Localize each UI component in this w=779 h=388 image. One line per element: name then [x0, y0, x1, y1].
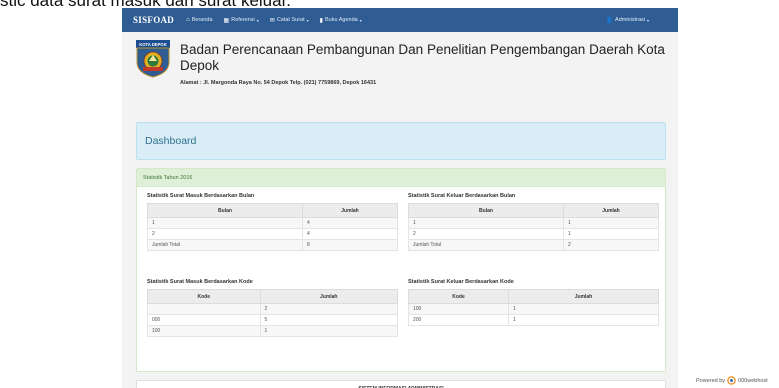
column-header: Jumlah [508, 289, 659, 304]
table-cell: 4 [302, 217, 398, 229]
table-row: 000 5 [147, 314, 398, 326]
table-row: 1 1 [408, 217, 659, 229]
column-header: Jumlah [302, 203, 398, 218]
nav-label: Beranda [191, 17, 213, 23]
grid-icon: ▦ [223, 17, 230, 24]
nav-referensi[interactable]: ▦ Referensi ▾ [224, 17, 259, 24]
column-header: Kode [408, 289, 509, 304]
table-header-row: Kode Jumlah [147, 289, 398, 304]
table-cell: 100 [147, 325, 261, 337]
column-header: Bulan [408, 203, 564, 218]
table-cell: 2 [147, 228, 303, 240]
page-footer: SISTEM INFORMASI ADMINISTRASI [136, 380, 666, 388]
table-cell: Jumlah Total [408, 239, 564, 251]
table-header-row: Bulan Jumlah [408, 203, 659, 218]
table-cell: 1 [508, 303, 659, 315]
table-cell: 2 [408, 228, 564, 240]
table-cell: 000 [147, 314, 261, 326]
table-cell: 200 [408, 314, 509, 326]
table-row: Jumlah Total 2 [408, 239, 659, 251]
table-cell: 1 [408, 217, 564, 229]
nav-label: Administrasi [615, 17, 645, 23]
table-row: 200 1 [408, 314, 659, 326]
stat-table: Kode Jumlah 2 000 5 100 1 [147, 289, 398, 337]
svg-text:KOTA DEPOK: KOTA DEPOK [139, 42, 166, 47]
table-row: 100 1 [408, 303, 659, 315]
table-header-row: Kode Jumlah [408, 289, 659, 304]
chevron-down-icon: ▾ [306, 17, 309, 23]
block-title: Statistik Surat Masuk Berdasarkan Kode [147, 279, 253, 285]
table-cell: 2 [563, 239, 659, 251]
address-text: Alamat : Jl. Margonda Raya No. 54 Depok … [180, 80, 377, 86]
nav-label: Catat Surat [276, 17, 305, 23]
table-header-row: Bulan Jumlah [147, 203, 398, 218]
nav-buku-agenda[interactable]: ▮ Buku Agenda ▾ [320, 17, 362, 24]
stat-table: Bulan Jumlah 1 4 2 4 Jumlah Total 8 [147, 203, 398, 251]
table-row: 2 1 [408, 228, 659, 240]
navbar: SISFOAD ⌂ Beranda ▦ Referensi ▾ ✉ Catat … [122, 8, 678, 32]
table-cell: 1 [563, 217, 659, 229]
table-cell: 8 [302, 239, 398, 251]
column-header: Kode [147, 289, 261, 304]
table-row: 1 4 [147, 217, 398, 229]
chevron-down-icon: ▾ [256, 17, 259, 23]
app-window: SISFOAD ⌂ Beranda ▦ Referensi ▾ ✉ Catat … [122, 8, 678, 388]
table-cell: 5 [259, 314, 398, 326]
nav-catat-surat[interactable]: ✉ Catat Surat ▾ [270, 17, 309, 24]
table-cell: 1 [508, 314, 659, 326]
table-row: 2 [147, 303, 398, 315]
table-row: 2 4 [147, 228, 398, 240]
brand-link[interactable]: SISFOAD [133, 15, 174, 25]
stat-table: Kode Jumlah 100 1 200 1 [408, 289, 659, 326]
powered-prefix: Powered by [696, 377, 726, 384]
table-cell: 1 [147, 217, 303, 229]
table-cell: 2 [259, 303, 398, 315]
nav-user-menu[interactable]: 👤 Administrasi ▾ [606, 17, 649, 24]
block-title: Statistik Surat Masuk Berdasarkan Bulan [147, 193, 255, 199]
dashboard-title: Dashboard [145, 135, 197, 147]
home-icon: ⌂ [186, 17, 190, 23]
stat-keluar-bulan: Statistik Surat Keluar Berdasarkan Bulan… [408, 193, 659, 251]
table-row: 100 1 [147, 325, 398, 337]
kota-depok-logo: KOTA DEPOK [136, 40, 170, 78]
block-title: Statistik Surat Keluar Berdasarkan Bulan [408, 193, 516, 199]
powered-by-badge[interactable]: Powered by 000webhost [696, 376, 768, 385]
chevron-down-icon: ▾ [646, 17, 649, 23]
nav-beranda[interactable]: ⌂ Beranda [186, 17, 212, 23]
stat-masuk-bulan: Statistik Surat Masuk Berdasarkan Bulan … [147, 193, 398, 251]
host-logo-icon [727, 376, 736, 385]
column-header: Bulan [147, 203, 303, 218]
user-icon: 👤 [605, 17, 614, 24]
screenshot: stic data surat masuk dan surat keluar. … [0, 0, 779, 388]
powered-brand: 000webhost [738, 377, 768, 384]
panel-heading: Statistik Tahun 2016 [137, 169, 665, 187]
nav-label: Referensi [231, 17, 255, 23]
nav-label: Buku Agenda [324, 17, 358, 23]
table-cell: 1 [563, 228, 659, 240]
table-cell: 100 [408, 303, 509, 315]
table-cell [147, 303, 261, 315]
stat-table: Bulan Jumlah 1 1 2 1 Jumlah Total 2 [408, 203, 659, 251]
table-cell: 1 [259, 325, 398, 337]
column-header: Jumlah [259, 289, 398, 304]
mail-icon: ✉ [269, 17, 275, 24]
column-header: Jumlah [563, 203, 659, 218]
statistics-panel: Statistik Tahun 2016 Statistik Surat Mas… [136, 168, 666, 372]
table-cell: Jumlah Total [147, 239, 303, 251]
stat-masuk-kode: Statistik Surat Masuk Berdasarkan Kode K… [147, 279, 398, 337]
page-header: KOTA DEPOK Badan Perencanaan Pembangunan… [136, 38, 665, 100]
dashboard-banner: Dashboard [136, 122, 666, 160]
chevron-down-icon: ▾ [359, 17, 362, 23]
stat-keluar-kode: Statistik Surat Keluar Berdasarkan Kode … [408, 279, 659, 326]
page-title: Badan Perencanaan Pembangunan Dan Peneli… [180, 42, 665, 73]
book-icon: ▮ [319, 17, 323, 24]
block-title: Statistik Surat Keluar Berdasarkan Kode [408, 279, 514, 285]
table-row: Jumlah Total 8 [147, 239, 398, 251]
table-cell: 4 [302, 228, 398, 240]
